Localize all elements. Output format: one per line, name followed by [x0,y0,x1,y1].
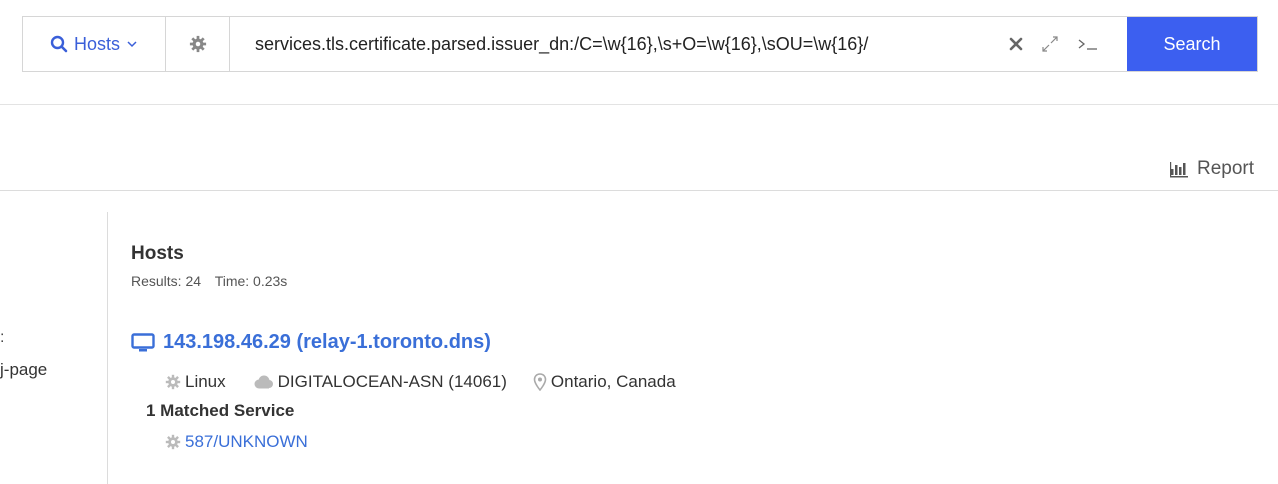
query-settings-button[interactable] [166,17,230,71]
expand-icon [1042,36,1058,52]
matched-services-heading: 1 Matched Service [146,401,295,420]
gear-icon [189,35,206,53]
gear-icon [165,434,181,450]
host-result-link[interactable]: 143.198.46.29 (relay-1.toronto.dns) [131,331,491,354]
cloud-icon [254,375,273,389]
index-selector[interactable]: Hosts [23,17,166,71]
search-bar: Hosts services.tls.certificate.parsed.is… [22,16,1258,72]
cli-button[interactable] [1077,36,1099,52]
results-title: Hosts [131,243,184,264]
results-count: Results: 24 [131,273,202,289]
divider [0,190,1278,191]
search-tools [997,17,1127,71]
sidebar-fragment: : [0,329,5,346]
bar-chart-icon [1169,162,1188,178]
os-label: Linux [185,372,226,391]
gear-icon [165,374,181,390]
sidebar-item-label[interactable]: j-page [0,360,47,380]
chevron-down-icon [127,41,137,48]
asn-label: DIGITALOCEAN-ASN (14061) [277,372,507,391]
divider [0,104,1278,105]
search-icon [50,35,68,53]
results-time: Time: 0.23s [214,273,288,289]
location-label: Ontario, Canada [550,372,676,391]
host-location: Ontario, Canada [533,372,676,392]
host-os: Linux [165,372,226,392]
report-button[interactable]: Report [1169,158,1254,180]
clear-button[interactable] [1009,37,1023,51]
host-link-label: 143.198.46.29 (relay-1.toronto.dns) [163,331,491,353]
monitor-icon [131,332,155,351]
terminal-icon [1078,39,1097,50]
sidebar-divider [107,212,108,484]
host-asn: DIGITALOCEAN-ASN (14061) [252,372,507,392]
map-pin-icon [533,373,547,391]
service-link[interactable]: 587/UNKNOWN [165,432,308,452]
search-input[interactable]: services.tls.certificate.parsed.issuer_d… [230,17,997,71]
index-label: Hosts [73,33,120,54]
report-label: Report [1196,158,1254,179]
results-meta: Results: 24 Time: 0.23s [131,273,297,289]
host-info: Linux DIGITALOCEAN-ASN (14061) Ontario, … [165,372,702,392]
service-label: 587/UNKNOWN [185,432,308,451]
expand-button[interactable] [1041,35,1059,53]
search-button[interactable]: Search [1127,17,1257,71]
close-icon [1009,37,1023,51]
